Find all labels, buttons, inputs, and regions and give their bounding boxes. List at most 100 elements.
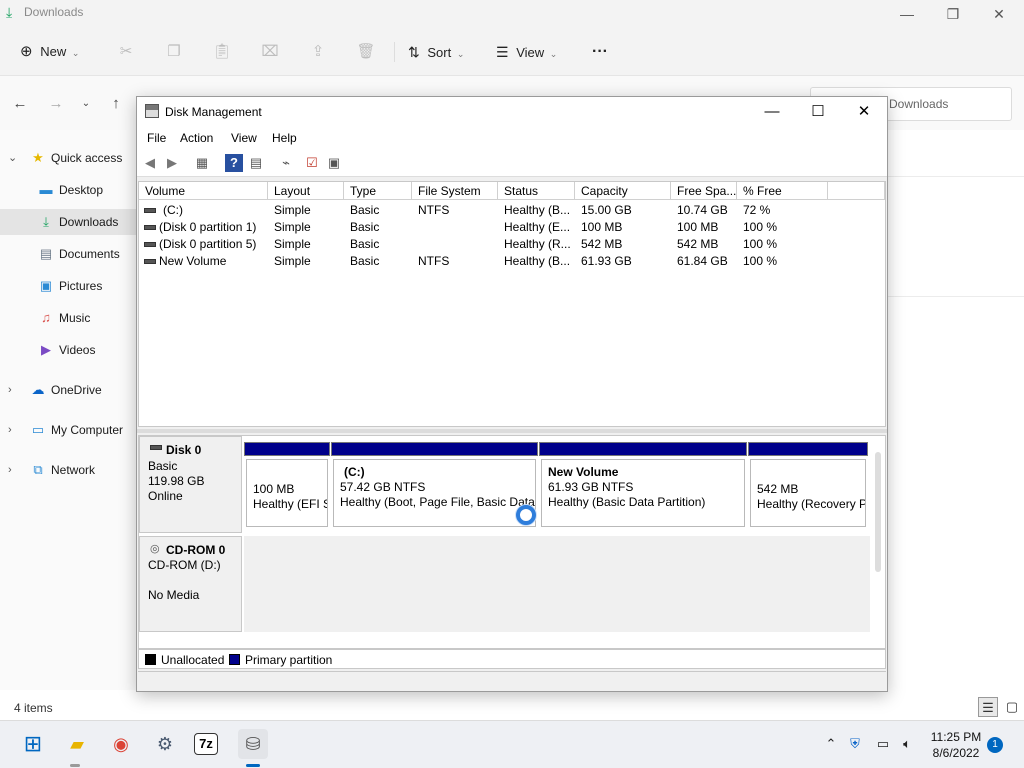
sidebar-item-downloads[interactable]: ⤓ Downloads bbox=[0, 209, 136, 235]
details-view-icon[interactable]: ☰ bbox=[978, 697, 998, 717]
minimize-button[interactable]: — bbox=[749, 100, 795, 124]
sidebar-item-onedrive[interactable]: › ☁ OneDrive bbox=[0, 377, 136, 403]
menu-file[interactable]: File bbox=[147, 131, 166, 145]
sort-button[interactable]: ⇅ Sort ⌄ bbox=[408, 40, 464, 64]
cdrom-0-label[interactable]: ◎ CD-ROM 0 CD-ROM (D:) No Media bbox=[139, 536, 242, 632]
back-arrow-icon[interactable]: ◀ bbox=[141, 154, 159, 172]
chevron-right-icon: › bbox=[8, 464, 12, 476]
column-header-percent-free[interactable]: % Free bbox=[737, 182, 828, 200]
column-header-file-system[interactable]: File System bbox=[412, 182, 498, 200]
cdrom-icon: ◎ bbox=[150, 543, 160, 555]
up-arrow-icon[interactable]: ↑ bbox=[106, 94, 126, 114]
settings-list-icon[interactable]: ▣ bbox=[325, 154, 343, 172]
disk-0-label[interactable]: Disk 0 Basic 119.98 GB Online bbox=[139, 436, 242, 533]
checklist-icon[interactable]: ☑ bbox=[303, 154, 321, 172]
close-button[interactable]: ✕ bbox=[841, 100, 887, 124]
speaker-icon[interactable]: 🔈︎ bbox=[898, 735, 916, 753]
primary-partition-bar bbox=[539, 442, 747, 456]
copy-icon[interactable]: ❐ bbox=[162, 40, 186, 64]
disk-management-icon bbox=[145, 104, 159, 118]
clock-date: 8/6/2022 bbox=[932, 746, 980, 760]
forward-arrow-icon[interactable]: → bbox=[46, 94, 66, 114]
disk-name: Disk 0 bbox=[166, 443, 202, 457]
network-icon: ⧉ bbox=[33, 462, 43, 477]
table-row[interactable]: (Disk 0 partition 1) Simple Basic Health… bbox=[139, 219, 885, 236]
partition-new-volume[interactable]: New Volume 61.93 GB NTFS Healthy (Basic … bbox=[539, 442, 747, 529]
menu-view[interactable]: View bbox=[231, 131, 257, 145]
delete-icon[interactable]: 🗑︎ bbox=[354, 40, 378, 64]
disk-graphical-view: Disk 0 Basic 119.98 GB Online 100 MB Hea… bbox=[138, 435, 886, 649]
table-row[interactable]: (C:) Simple Basic NTFS Healthy (B... 15.… bbox=[139, 202, 885, 219]
sidebar-item-desktop[interactable]: ▬ Desktop bbox=[0, 177, 136, 203]
share-icon[interactable]: ⇪ bbox=[306, 40, 330, 64]
sidebar-item-pictures[interactable]: ▣ Pictures bbox=[0, 273, 136, 299]
cut-icon[interactable]: ✂ bbox=[114, 40, 138, 64]
restore-button[interactable]: ❐ bbox=[930, 2, 976, 26]
windows-start-icon[interactable]: ⊞ bbox=[18, 729, 48, 759]
view-button[interactable]: ☰ View ⌄ bbox=[496, 40, 557, 64]
chevron-down-icon: ⌄ bbox=[549, 49, 558, 59]
sidebar-item-documents[interactable]: ▤ Documents bbox=[0, 241, 136, 267]
paste-icon[interactable]: 📋︎ bbox=[210, 40, 234, 64]
cell-status: Healthy (R... bbox=[504, 237, 571, 251]
chevron-up-icon[interactable]: ⌃ bbox=[822, 735, 840, 753]
more-options-button[interactable]: ··· bbox=[592, 40, 608, 64]
sidebar-item-videos[interactable]: ▶ Videos bbox=[0, 337, 136, 363]
cell-type: Basic bbox=[350, 203, 380, 217]
column-header-free-space[interactable]: Free Spa... bbox=[671, 182, 737, 200]
chrome-icon[interactable]: ◉ bbox=[106, 729, 136, 759]
disk-management-icon[interactable]: ⛁ bbox=[238, 729, 268, 759]
sidebar-item-label: Quick access bbox=[51, 151, 123, 165]
notification-badge[interactable]: 1 bbox=[987, 737, 1003, 753]
network-monitor-icon[interactable]: ▭ bbox=[874, 735, 892, 753]
security-shield-icon[interactable]: ⛨ bbox=[846, 735, 864, 753]
table-row[interactable]: (Disk 0 partition 5) Simple Basic Health… bbox=[139, 236, 885, 253]
7zip-icon[interactable]: 7z bbox=[194, 733, 218, 755]
sort-label: Sort bbox=[427, 45, 452, 60]
settings-icon[interactable]: ⚙ bbox=[150, 729, 180, 759]
sidebar-item-my-computer[interactable]: › ▭ My Computer bbox=[0, 417, 136, 443]
item-count-status: 4 items bbox=[14, 701, 53, 715]
partition-recovery[interactable]: 542 MB Healthy (Recovery P bbox=[748, 442, 868, 529]
tiles-view-icon[interactable]: ▢ bbox=[1002, 697, 1022, 717]
column-header-status[interactable]: Status bbox=[498, 182, 575, 200]
help-icon[interactable]: ? bbox=[225, 154, 243, 172]
maximize-button[interactable]: ☐ bbox=[795, 100, 841, 124]
table-row[interactable]: New Volume Simple Basic NTFS Healthy (B.… bbox=[139, 253, 885, 270]
menu-help[interactable]: Help bbox=[272, 131, 297, 145]
dm-toolbar: ◀ ▶ ▦ ? ▤ ⌁ ☑ ▣ bbox=[137, 149, 887, 177]
partition-body: 100 MB Healthy (EFI S bbox=[246, 459, 328, 527]
partition-efi[interactable]: 100 MB Healthy (EFI S bbox=[244, 442, 330, 529]
sidebar-item-label: Downloads bbox=[59, 215, 119, 229]
new-button[interactable]: ⊕ New ⌄ bbox=[20, 40, 79, 64]
partition-name: (C:) bbox=[344, 465, 365, 479]
system-clock[interactable]: 11:25 PM 8/6/2022 bbox=[922, 729, 990, 761]
file-explorer-icon[interactable]: ▰ bbox=[62, 729, 92, 759]
volume-list[interactable]: Volume Layout Type File System Status Ca… bbox=[138, 181, 886, 427]
sidebar-item-network[interactable]: › ⧉ Network bbox=[0, 457, 136, 483]
column-header-volume[interactable]: Volume bbox=[139, 182, 268, 200]
column-header-capacity[interactable]: Capacity bbox=[575, 182, 671, 200]
pane-splitter[interactable] bbox=[137, 429, 887, 433]
close-button[interactable]: ✕ bbox=[976, 2, 1022, 26]
taskbar: ⊞ ▰ ◉ ⚙ 7z ⛁ ⌃ ⛨ ▭ 🔈︎ 11:25 PM 8/6/2022 … bbox=[0, 720, 1024, 768]
column-header-type[interactable]: Type bbox=[344, 182, 412, 200]
vertical-scrollbar[interactable] bbox=[875, 452, 881, 572]
minimize-button[interactable]: — bbox=[884, 2, 930, 26]
forward-arrow-icon[interactable]: ▶ bbox=[163, 154, 181, 172]
partition-c[interactable]: (C:) 57.42 GB NTFS Healthy (Boot, Page F… bbox=[331, 442, 538, 529]
recent-chevron-icon[interactable]: ⌄ bbox=[76, 94, 96, 114]
cell-percent-free: 100 % bbox=[743, 220, 778, 234]
column-header-layout[interactable]: Layout bbox=[268, 182, 344, 200]
connect-disk-icon[interactable]: ⌁ bbox=[277, 154, 295, 172]
rename-icon[interactable]: ⌧ bbox=[258, 40, 282, 64]
back-arrow-icon[interactable]: ← bbox=[10, 94, 30, 114]
sidebar-item-quick-access[interactable]: ⌄ ★ Quick access bbox=[0, 145, 136, 171]
console-tree-icon[interactable]: ▦ bbox=[193, 154, 211, 172]
properties-icon[interactable]: ▤ bbox=[247, 154, 265, 172]
cell-free-space: 542 MB bbox=[677, 237, 719, 251]
chevron-right-icon: › bbox=[8, 424, 12, 436]
menu-action[interactable]: Action bbox=[180, 131, 213, 145]
sidebar-item-music[interactable]: ♫ Music bbox=[0, 305, 136, 331]
column-header-empty bbox=[828, 182, 885, 200]
